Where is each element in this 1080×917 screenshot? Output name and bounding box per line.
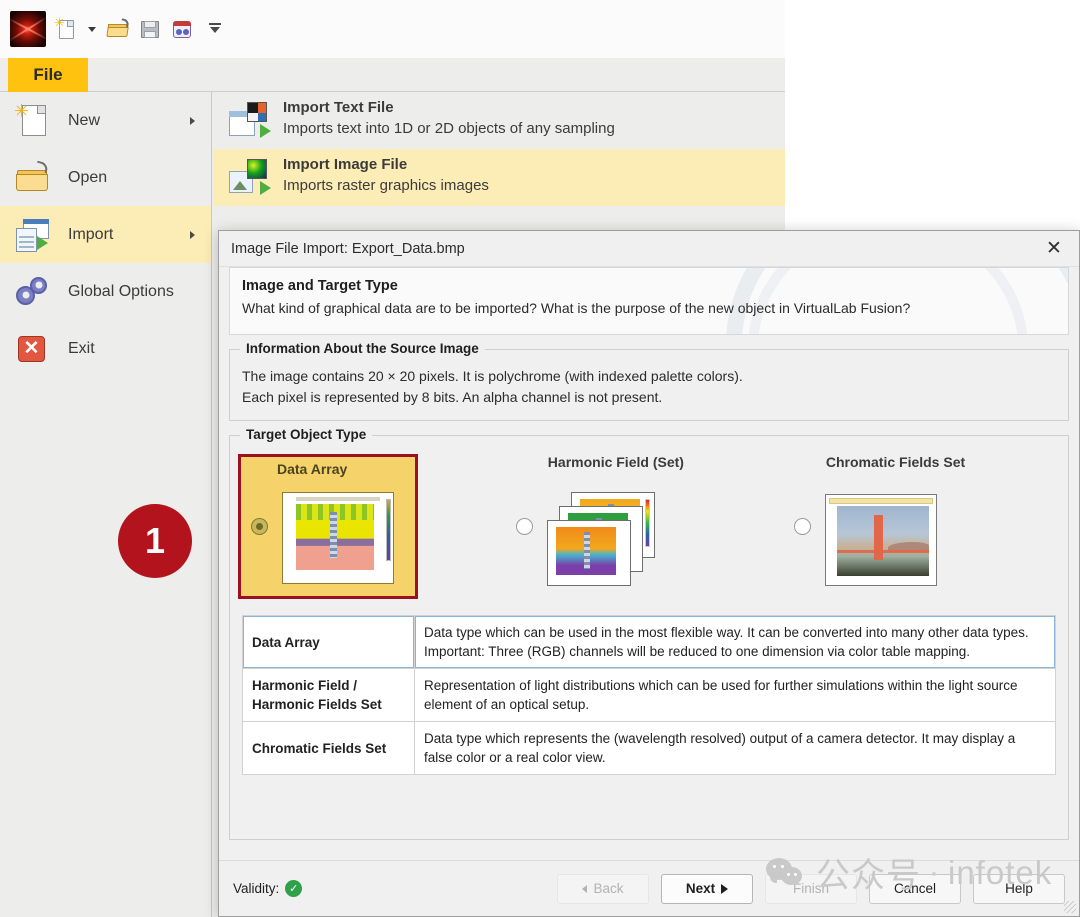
quick-access-toolbar: ✳ (0, 0, 785, 58)
dialog-buttons: Back Next Finish Cancel Help (557, 873, 1065, 904)
dialog-body: Image and Target Type What kind of graph… (219, 267, 1079, 840)
target-option-harmonic-field-set[interactable]: Harmonic Field (Set) (510, 454, 778, 599)
new-document-icon: ✳ (14, 102, 52, 140)
source-info-line-1: The image contains 20 × 20 pixels. It is… (242, 368, 743, 384)
table-row: Data Array Data type which can be used i… (242, 615, 1056, 669)
import-option-description: Imports raster graphics images (283, 177, 489, 194)
dialog-title-bar: Image File Import: Export_Data.bmp ✕ (219, 231, 1079, 267)
customize-toolbar-icon[interactable] (208, 21, 222, 37)
harmonic-field-set-thumbnail (546, 491, 667, 588)
target-option-label: Harmonic Field (Set) (547, 454, 684, 470)
batch-run-icon[interactable] (170, 17, 194, 41)
dialog-title: Image File Import: Export_Data.bmp (231, 240, 465, 257)
table-cell-key: Harmonic Field / Harmonic Fields Set (242, 668, 415, 722)
new-dropdown-caret-icon[interactable] (88, 26, 96, 32)
tab-file[interactable]: File (8, 58, 88, 92)
import-image-file-icon (229, 159, 271, 199)
help-button[interactable]: Help (973, 873, 1065, 904)
source-image-info-group: Information About the Source Image The i… (229, 341, 1069, 421)
sidebar-item-label: Import (68, 225, 114, 243)
sidebar-item-label: New (68, 111, 101, 129)
validity-label: Validity: (233, 881, 280, 896)
save-icon[interactable] (138, 17, 162, 41)
new-document-icon[interactable]: ✳ (54, 16, 78, 41)
sidebar-item-label: Open (68, 168, 108, 186)
import-option-text-file[interactable]: Import Text File Imports text into 1D or… (213, 92, 785, 149)
close-icon[interactable]: ✕ (1039, 236, 1069, 262)
target-option-chromatic-fields-set[interactable]: Chromatic Fields Set (788, 454, 1056, 599)
target-option-label: Chromatic Fields Set (825, 454, 966, 470)
button-label: Cancel (893, 881, 937, 896)
import-option-description: Imports text into 1D or 2D objects of an… (283, 120, 615, 137)
table-cell-key: Chromatic Fields Set (242, 721, 415, 775)
target-type-options: Data Array Harmonic Field (Set) Chromati… (238, 454, 1056, 599)
screenshot-root: ✳ File ✳ New Open Import Global Options … (0, 0, 1080, 917)
image-file-import-dialog: Image File Import: Export_Data.bmp ✕ Ima… (218, 230, 1080, 917)
data-array-thumbnail (282, 491, 394, 584)
source-info-line-2: Each pixel is represented by 8 bits. An … (242, 389, 663, 405)
target-option-data-array[interactable]: Data Array (238, 454, 418, 599)
open-folder-icon[interactable] (106, 17, 130, 41)
import-icon (14, 216, 52, 254)
next-button[interactable]: Next (661, 873, 753, 904)
sidebar-item-open[interactable]: Open (0, 149, 211, 206)
target-type-description-table: Data Array Data type which can be used i… (242, 615, 1056, 775)
sidebar-item-import[interactable]: Import (0, 206, 211, 263)
banner-subtext: What kind of graphical data are to be im… (242, 300, 911, 316)
import-option-title: Import Text File (283, 99, 394, 116)
banner-heading: Image and Target Type (242, 278, 398, 294)
backstage-menu: ✳ New Open Import Global Options ✕ Exit (0, 92, 212, 917)
dialog-banner: Image and Target Type What kind of graph… (229, 267, 1069, 335)
button-label: Finish (792, 881, 829, 896)
radio-harmonic-field-set[interactable] (515, 518, 533, 535)
validity-status: Validity: ✓ (233, 880, 303, 897)
chromatic-fields-set-thumbnail (824, 493, 937, 586)
sidebar-item-label: Global Options (68, 282, 174, 300)
chevron-right-icon (190, 116, 195, 125)
table-cell-value: Data type which can be used in the most … (414, 615, 1056, 669)
ribbon-bar: File (0, 58, 785, 92)
group-legend: Target Object Type (240, 427, 373, 442)
cancel-button[interactable]: Cancel (869, 873, 961, 904)
radio-data-array[interactable] (251, 518, 268, 535)
group-legend: Information About the Source Image (240, 341, 485, 356)
sidebar-item-new[interactable]: ✳ New (0, 92, 211, 149)
target-option-label: Data Array (277, 461, 348, 477)
finish-button[interactable]: Finish (765, 873, 857, 904)
dialog-footer: Validity: ✓ Back Next Finish Cancel Help (219, 860, 1079, 916)
radio-chromatic-fields-set[interactable] (793, 518, 811, 535)
import-option-title: Import Image File (283, 156, 408, 173)
resize-grip[interactable] (1064, 901, 1076, 913)
chevron-right-icon (190, 230, 195, 239)
table-cell-key: Data Array (242, 615, 415, 669)
chevron-left-icon (582, 884, 588, 893)
sidebar-item-label: Exit (68, 339, 95, 357)
table-row: Chromatic Fields Set Data type which rep… (242, 721, 1056, 775)
table-cell-value: Data type which represents the (waveleng… (414, 721, 1056, 775)
chevron-right-icon (721, 883, 729, 894)
step-badge-1: 1 (118, 504, 192, 578)
check-icon: ✓ (285, 880, 303, 897)
target-object-type-group: Target Object Type Data Array Harmonic F… (229, 427, 1069, 840)
gears-icon (14, 273, 52, 311)
exit-icon: ✕ (14, 330, 52, 368)
button-label: Help (1005, 881, 1033, 896)
table-cell-value: Representation of light distributions wh… (414, 668, 1056, 722)
import-text-file-icon (229, 102, 271, 142)
sidebar-item-global-options[interactable]: Global Options (0, 263, 211, 320)
virtuallab-logo (10, 11, 46, 47)
button-label: Next (685, 881, 716, 896)
open-folder-icon (14, 159, 52, 197)
table-row: Harmonic Field / Harmonic Fields Set Rep… (242, 668, 1056, 722)
button-label: Back (593, 881, 624, 896)
back-button[interactable]: Back (557, 873, 649, 904)
sidebar-item-exit[interactable]: ✕ Exit (0, 320, 211, 377)
import-option-image-file[interactable]: Import Image File Imports raster graphic… (213, 149, 785, 206)
